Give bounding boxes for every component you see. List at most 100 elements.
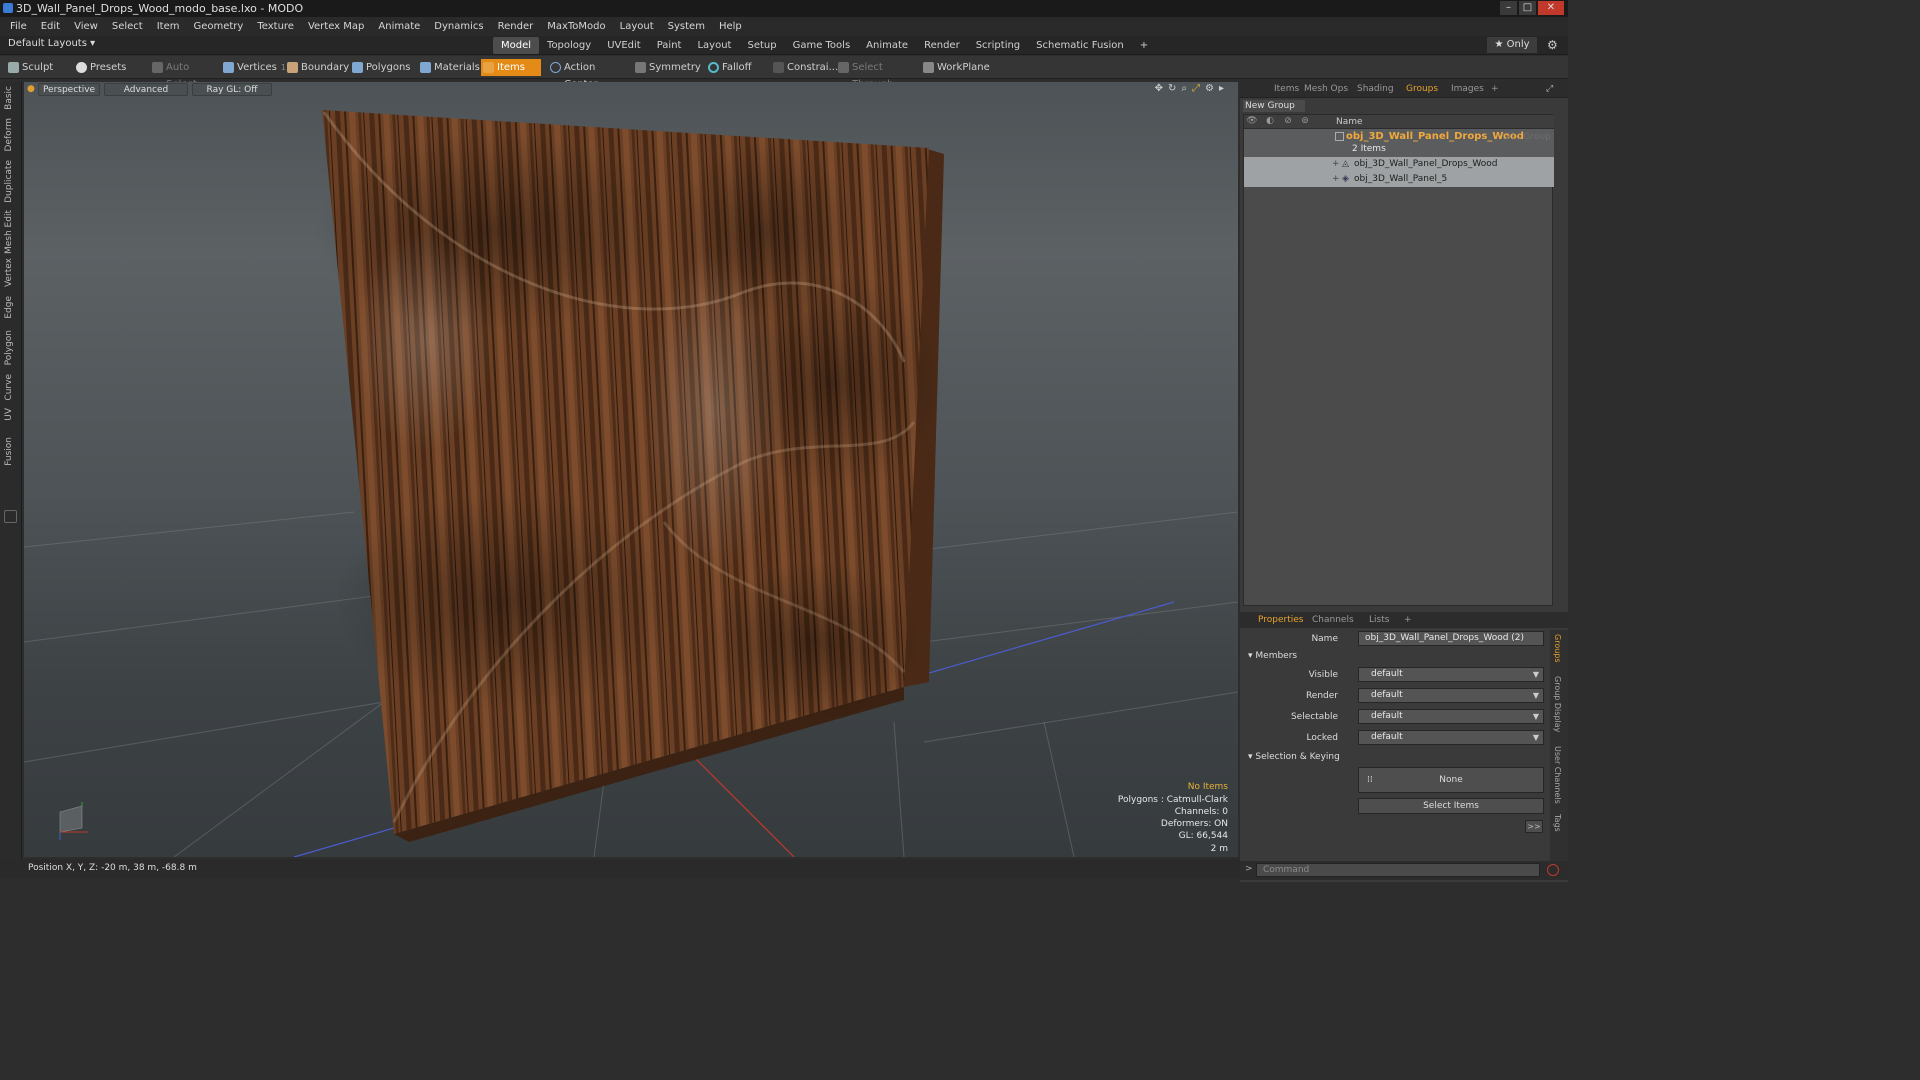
falloff-button[interactable]: Falloff (706, 59, 762, 76)
menu-view[interactable]: View (67, 21, 105, 32)
menu-select[interactable]: Select (105, 21, 150, 32)
zoom-icon[interactable]: ⌕ (1181, 83, 1187, 94)
strip-tab-fusion[interactable]: Fusion (4, 437, 14, 466)
select-icon[interactable]: ⊚ (1299, 116, 1311, 128)
raygl-button[interactable]: Ray GL: Off (192, 83, 272, 96)
render-icon[interactable]: ◐ (1264, 116, 1276, 128)
tab-groups[interactable]: Groups (1406, 84, 1438, 94)
maximize-panel-icon[interactable]: ⤢ (1546, 84, 1553, 94)
tab-animate[interactable]: Animate (858, 37, 916, 54)
visible-select[interactable]: default ▼ (1358, 667, 1544, 682)
viewport-settings-icon[interactable]: ⚙ (1205, 83, 1214, 94)
group-row[interactable]: obj_3D_Wall_Panel_Drops_Wood (2) : Group… (1244, 129, 1554, 157)
tab-render[interactable]: Render (916, 37, 968, 54)
menu-texture[interactable]: Texture (250, 21, 301, 32)
strip-tab-basic[interactable]: Basic (4, 86, 14, 110)
perspective-button[interactable]: Perspective (38, 83, 100, 96)
advanced-button[interactable]: Advanced (104, 83, 188, 96)
menu-geometry[interactable]: Geometry (186, 21, 250, 32)
expand-icon[interactable]: ▸ (1219, 83, 1224, 94)
members-section[interactable]: ▾ Members (1248, 651, 1297, 661)
menu-maxtomodo[interactable]: MaxToModo (540, 21, 612, 32)
select-items-button[interactable]: Select Items (1358, 798, 1544, 814)
presets-button[interactable]: Presets (74, 59, 138, 76)
menu-edit[interactable]: Edit (34, 21, 67, 32)
render-select[interactable]: default ▼ (1358, 688, 1544, 703)
tab-schematic-fusion[interactable]: Schematic Fusion (1028, 37, 1132, 54)
side-tab-group-display[interactable]: Group Display (1553, 676, 1562, 732)
tab-setup[interactable]: Setup (739, 37, 784, 54)
tab-model[interactable]: Model (493, 37, 540, 54)
tab-layout[interactable]: Layout (689, 37, 739, 54)
items-button[interactable]: Items (481, 59, 541, 76)
action-center-button[interactable]: Action Center (548, 59, 624, 90)
tab-uvedit[interactable]: UVEdit (599, 37, 649, 54)
menu-help[interactable]: Help (712, 21, 749, 32)
gear-icon[interactable]: ⚙ (1547, 38, 1558, 52)
sculpt-button[interactable]: Sculpt (6, 59, 66, 76)
materials-button[interactable]: Materials (418, 59, 480, 76)
fit-icon[interactable]: ⤢ (1192, 83, 1200, 94)
auto-select-button[interactable]: Auto Select (150, 59, 216, 90)
strip-tab-uv[interactable]: UV (4, 408, 14, 421)
strip-tab-duplicate[interactable]: Duplicate (4, 160, 14, 203)
name-field[interactable]: obj_3D_Wall_Panel_Drops_Wood (2) (1358, 631, 1544, 646)
default-layouts-dropdown[interactable]: Default Layouts ▾ (8, 38, 95, 49)
tab-scripting[interactable]: Scripting (968, 37, 1028, 54)
selection-keying-section[interactable]: ▾ Selection & Keying (1248, 752, 1340, 762)
strip-tab-polygon[interactable]: Polygon (4, 330, 14, 365)
tab-images[interactable]: Images (1451, 84, 1484, 94)
menu-item[interactable]: Item (150, 21, 187, 32)
strip-tab-curve[interactable]: Curve (4, 374, 14, 401)
3d-viewport[interactable]: ● Perspective Advanced Ray GL: Off ✥ ↻ ⌕… (24, 82, 1238, 857)
menu-system[interactable]: System (661, 21, 712, 32)
locked-select[interactable]: default ▼ (1358, 730, 1544, 745)
add-panel-tab[interactable]: + (1491, 84, 1499, 94)
tab-channels[interactable]: Channels (1312, 615, 1354, 625)
maximize-button[interactable]: □ (1519, 1, 1536, 15)
close-button[interactable]: ✕ (1538, 1, 1564, 15)
tab-game-tools[interactable]: Game Tools (785, 37, 859, 54)
strip-toggle-icon[interactable] (4, 510, 17, 523)
menu-file[interactable]: File (3, 21, 34, 32)
lock-icon[interactable]: ⊘ (1282, 116, 1294, 128)
eye-icon[interactable]: 👁 (1246, 116, 1258, 128)
strip-tab-mesh-edit[interactable]: Mesh Edit (4, 210, 14, 254)
command-input[interactable]: Command (1256, 863, 1540, 877)
list-item[interactable]: + ◈ obj_3D_Wall_Panel_5 (1244, 172, 1554, 187)
side-tab-user-channels[interactable]: User Channels (1553, 746, 1562, 804)
menu-dynamics[interactable]: Dynamics (427, 21, 490, 32)
strip-tab-edge[interactable]: Edge (4, 296, 14, 319)
symmetry-button[interactable]: Symmetry (633, 59, 701, 76)
strip-tab-deform[interactable]: Deform (4, 118, 14, 151)
minimize-button[interactable]: – (1500, 1, 1517, 15)
tab-properties[interactable]: Properties (1258, 615, 1303, 625)
rotate-icon[interactable]: ↻ (1168, 83, 1176, 94)
side-tab-tags[interactable]: Tags (1553, 814, 1562, 832)
boundary-button[interactable]: Boundary (285, 59, 349, 76)
select-through-button[interactable]: Select Through (836, 59, 916, 90)
none-button[interactable]: ⁞⁞ None (1358, 767, 1544, 793)
add-properties-tab[interactable]: + (1404, 615, 1412, 625)
add-tab-button[interactable]: + (1132, 37, 1156, 54)
menu-vertex-map[interactable]: Vertex Map (301, 21, 371, 32)
pan-icon[interactable]: ✥ (1155, 83, 1163, 94)
tab-paint[interactable]: Paint (649, 37, 690, 54)
menu-animate[interactable]: Animate (371, 21, 427, 32)
strip-tab-vertex[interactable]: Vertex (4, 258, 14, 287)
expand-icon[interactable]: + (1332, 174, 1340, 184)
menu-render[interactable]: Render (491, 21, 541, 32)
tab-topology[interactable]: Topology (539, 37, 599, 54)
list-item[interactable]: + ◬ obj_3D_Wall_Panel_Drops_Wood (1244, 157, 1554, 172)
tab-items[interactable]: Items (1274, 84, 1299, 94)
workplane-button[interactable]: WorkPlane (921, 59, 990, 76)
tab-mesh-ops[interactable]: Mesh Ops (1304, 84, 1348, 94)
new-group-button[interactable]: New Group (1243, 100, 1305, 112)
expand-more-button[interactable]: >> (1525, 820, 1543, 833)
polygons-button[interactable]: Polygons (350, 59, 411, 76)
vertices-button[interactable]: Vertices 1 (221, 59, 286, 76)
tab-lists[interactable]: Lists (1369, 615, 1389, 625)
expand-icon[interactable]: + (1332, 159, 1340, 169)
tab-shading[interactable]: Shading (1357, 84, 1394, 94)
selectable-select[interactable]: default ▼ (1358, 709, 1544, 724)
